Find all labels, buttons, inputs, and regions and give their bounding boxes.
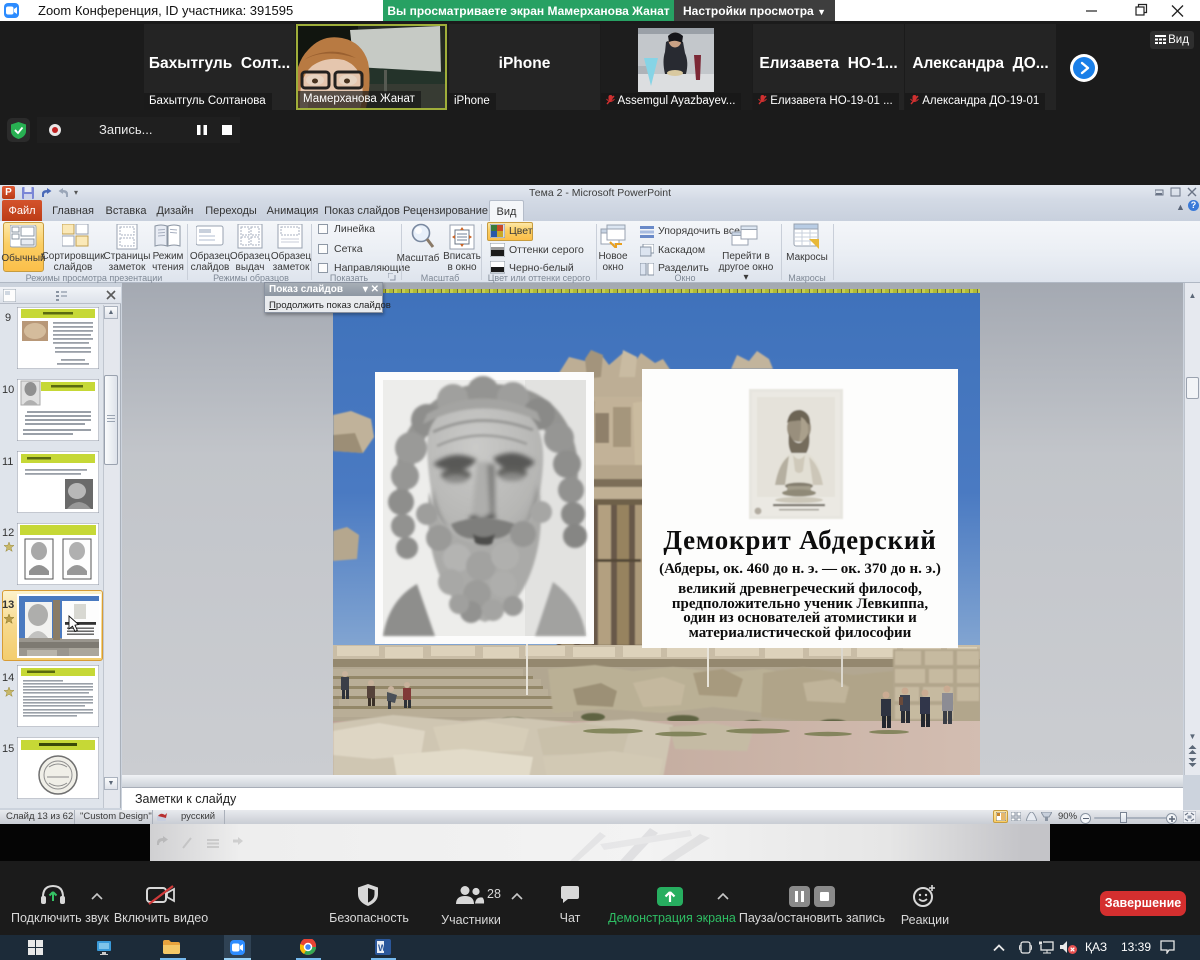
svg-text:W: W <box>378 943 387 953</box>
